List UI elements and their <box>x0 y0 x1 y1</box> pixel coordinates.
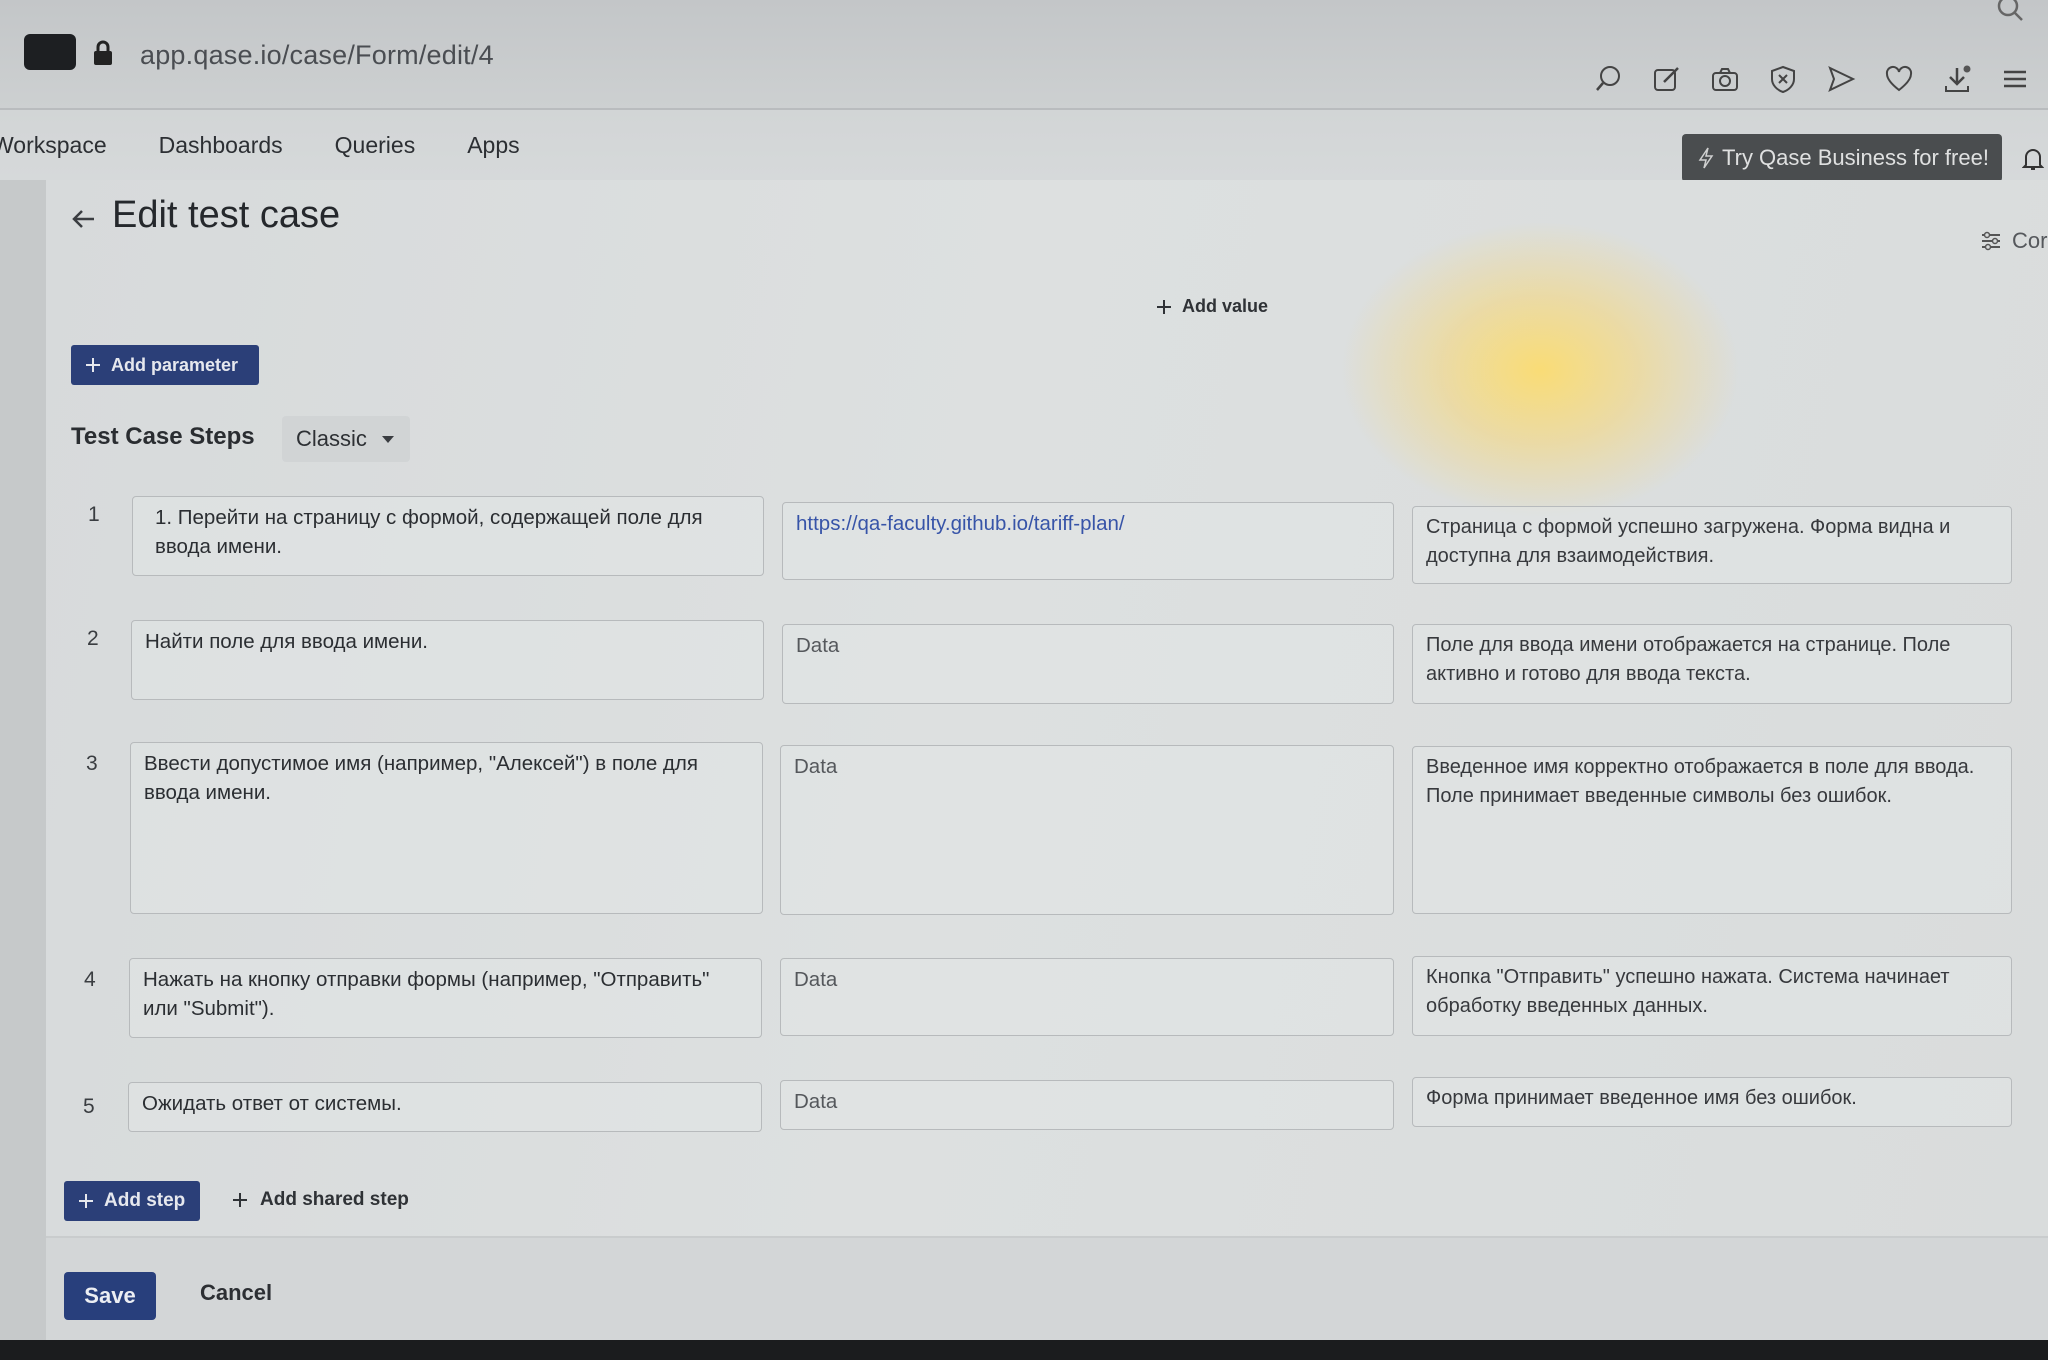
steps-section-title: Test Case Steps <box>71 423 255 450</box>
step-number: 3 <box>86 752 98 775</box>
camera-icon[interactable] <box>1710 64 1740 94</box>
try-business-button[interactable]: Try Qase Business for free! <box>1682 134 2002 182</box>
steps-view-value: Classic <box>296 426 367 451</box>
add-shared-step-label: Add shared step <box>260 1189 409 1210</box>
add-parameter-button[interactable]: Add parameter <box>71 345 259 385</box>
download-icon[interactable] <box>1942 64 1972 94</box>
columns-control[interactable]: Cor <box>1980 228 2047 254</box>
nav-item-workspace[interactable]: Workspace <box>0 124 107 167</box>
search-icon[interactable] <box>1996 0 2024 22</box>
browser-logo <box>24 34 76 70</box>
browser-toolbar: app.qase.io/case/Form/edit/4 <box>0 0 2048 110</box>
plus-icon <box>86 358 100 372</box>
plus-icon <box>233 1193 247 1207</box>
form-footer <box>46 1238 2048 1340</box>
save-button[interactable]: Save <box>64 1272 156 1320</box>
step-data-field[interactable]: Data <box>782 624 1394 704</box>
nav-item-dashboards[interactable]: Dashboards <box>159 124 283 167</box>
add-value-label: Add value <box>1182 296 1269 316</box>
add-step-button[interactable]: Add step <box>64 1181 200 1221</box>
heart-icon[interactable] <box>1884 64 1914 94</box>
page-title: Edit test case <box>112 194 341 236</box>
step-number: 2 <box>87 627 99 650</box>
app-navigation: Workspace Dashboards Queries Apps Try Qa… <box>0 110 2048 182</box>
shield-block-icon[interactable] <box>1768 64 1798 94</box>
add-shared-step-button[interactable]: Add shared step <box>232 1189 409 1211</box>
plus-icon <box>1157 299 1171 314</box>
left-sidebar <box>0 180 46 1340</box>
browser-toolbar-icons <box>1594 64 2030 94</box>
step-expected-result-field[interactable]: Введенное имя корректно отображается в п… <box>1412 746 2012 914</box>
bell-icon[interactable] <box>2022 146 2044 172</box>
step-action-field[interactable]: 1. Перейти на страницу с формой, содержа… <box>132 496 764 576</box>
send-icon[interactable] <box>1826 64 1856 94</box>
step-expected-result-field[interactable]: Страница с формой успешно загружена. Фор… <box>1412 506 2012 584</box>
menu-icon[interactable] <box>2000 64 2030 94</box>
add-value-button[interactable]: Add value <box>1156 296 1268 317</box>
step-number: 1 <box>88 503 100 526</box>
add-parameter-label: Add parameter <box>111 354 239 375</box>
nav-menu: Workspace Dashboards Queries Apps <box>0 124 520 167</box>
step-action-field[interactable]: Найти поле для ввода имени. <box>131 620 764 700</box>
step-number: 4 <box>84 968 96 991</box>
step-data-field[interactable]: Data <box>780 745 1394 915</box>
step-expected-result-field[interactable]: Поле для ввода имени отображается на стр… <box>1412 624 2012 704</box>
screen-bezel <box>0 1340 2048 1360</box>
back-arrow-icon[interactable] <box>70 206 96 232</box>
add-step-label: Add step <box>104 1190 186 1211</box>
step-data-field[interactable]: Data <box>780 958 1394 1036</box>
step-data-field[interactable]: https://qa-faculty.github.io/tariff-plan… <box>782 502 1394 580</box>
step-number: 5 <box>83 1095 95 1118</box>
zoom-icon[interactable] <box>1594 64 1624 94</box>
nav-item-apps[interactable]: Apps <box>467 124 519 167</box>
lock-icon <box>94 40 112 65</box>
sliders-icon <box>1982 231 2000 251</box>
edit-icon[interactable] <box>1652 64 1682 94</box>
address-bar-url[interactable]: app.qase.io/case/Form/edit/4 <box>140 40 494 71</box>
step-action-field[interactable]: Ввести допустимое имя (например, "Алексе… <box>130 742 763 914</box>
step-expected-result-field[interactable]: Кнопка "Отправить" успешно нажата. Систе… <box>1412 956 2012 1036</box>
step-data-field[interactable]: Data <box>780 1080 1394 1130</box>
step-action-field[interactable]: Нажать на кнопку отправки формы (наприме… <box>129 958 762 1038</box>
chevron-down-icon <box>381 436 394 443</box>
nav-item-queries[interactable]: Queries <box>335 124 416 167</box>
step-expected-result-field[interactable]: Форма принимает введенное имя без ошибок… <box>1412 1077 2012 1127</box>
columns-label: Cor <box>2012 228 2048 253</box>
step-action-field[interactable]: Ожидать ответ от системы. <box>128 1082 762 1132</box>
plus-icon <box>79 1194 93 1208</box>
steps-view-select[interactable]: Classic <box>282 416 410 462</box>
cancel-button[interactable]: Cancel <box>200 1280 272 1306</box>
try-business-label: Try Qase Business for free! <box>1722 145 1989 170</box>
bolt-icon <box>1698 147 1714 169</box>
